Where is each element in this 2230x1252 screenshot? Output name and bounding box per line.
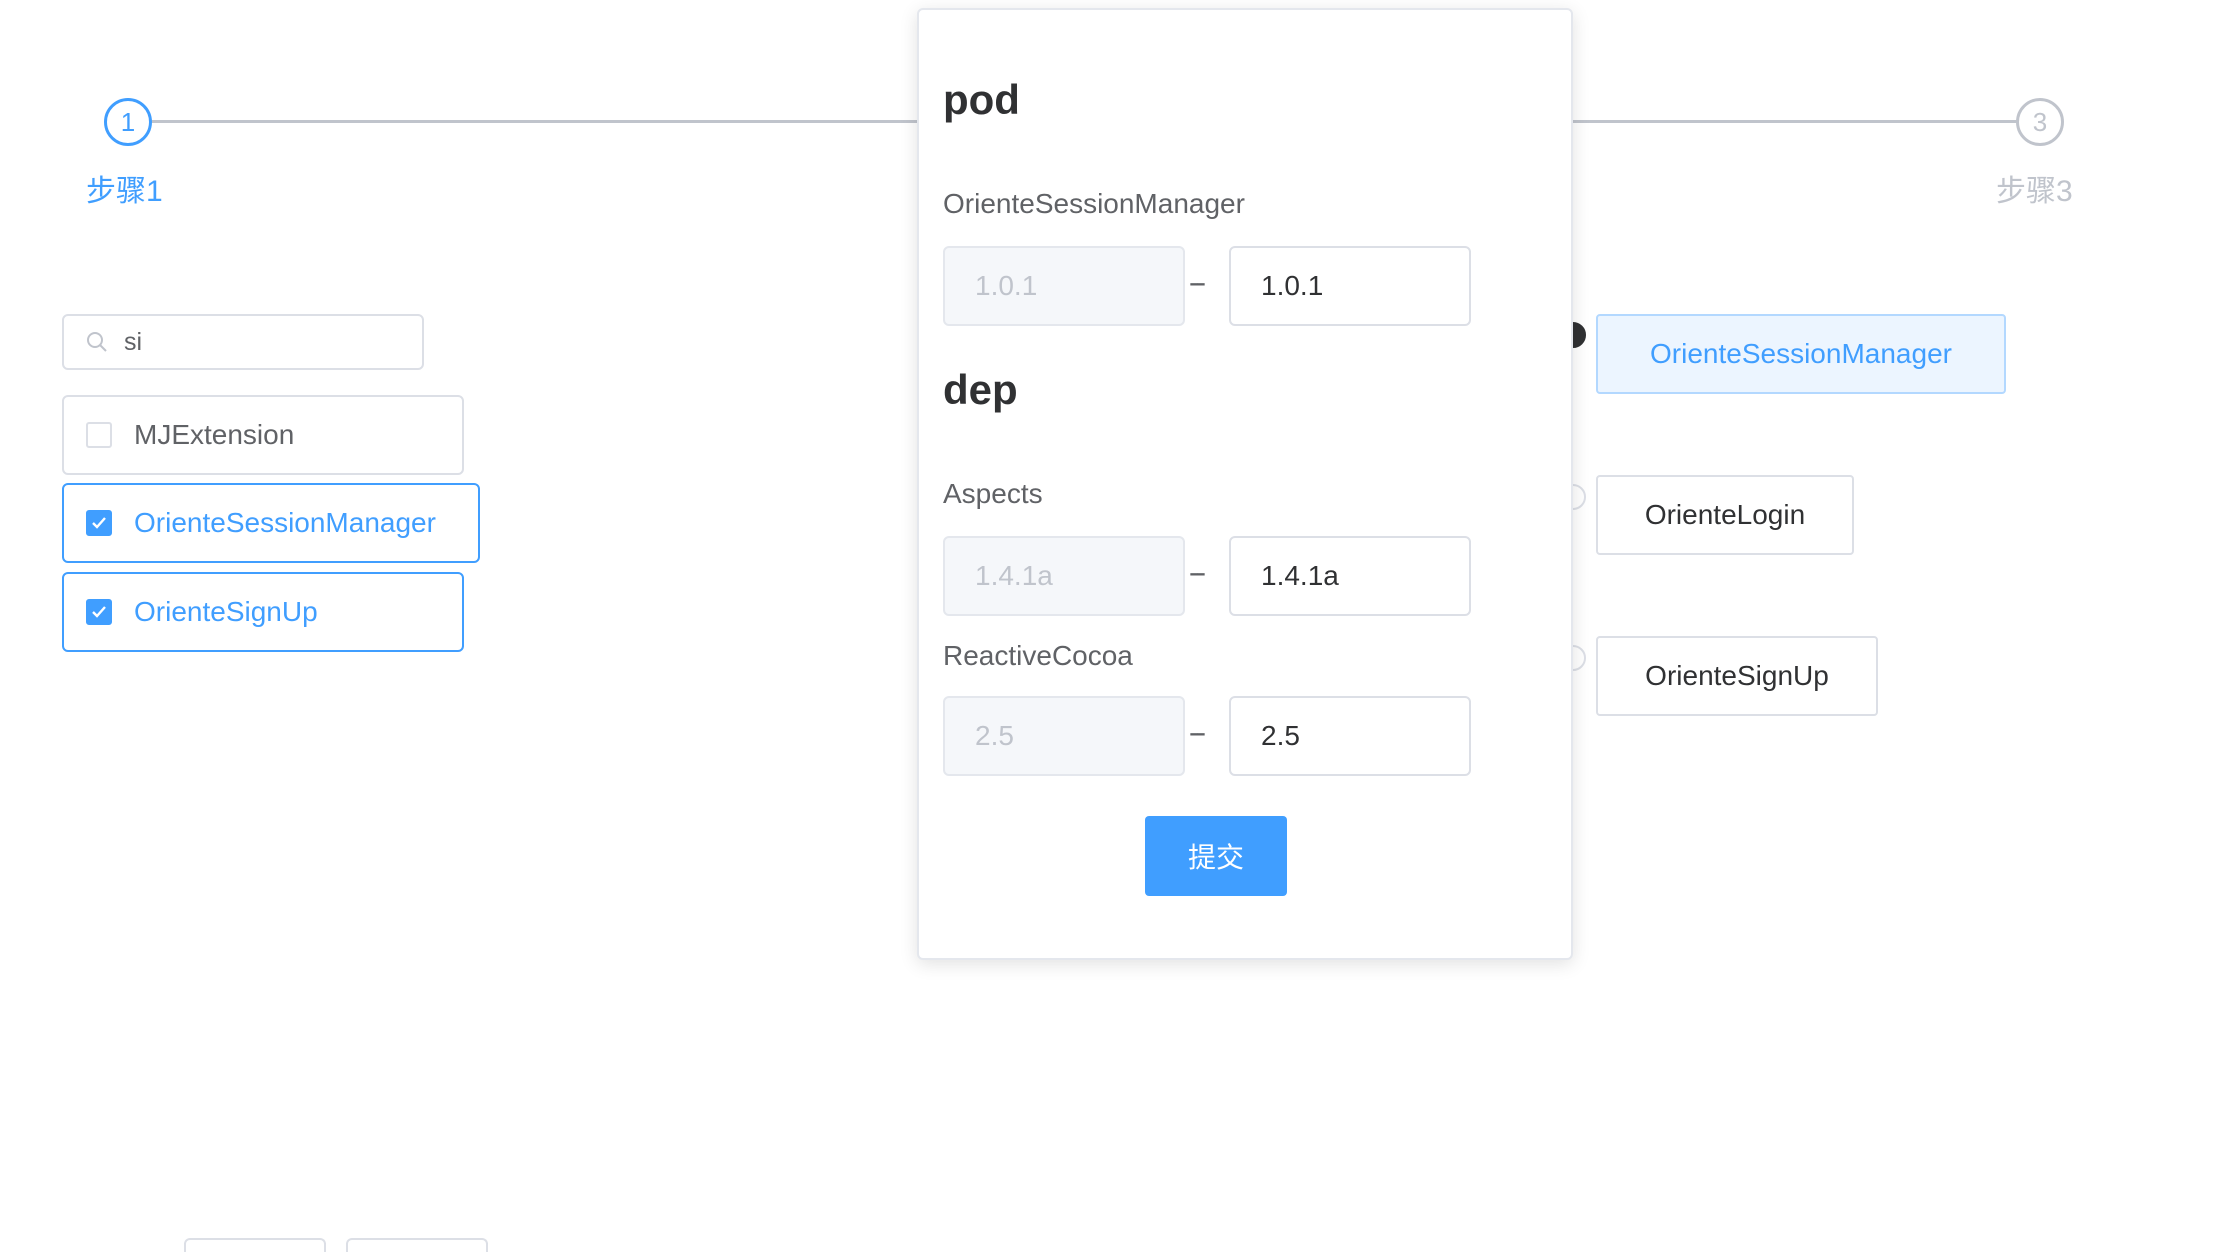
step-connector-right — [1572, 120, 2040, 123]
list-item-mjextension[interactable]: MJExtension — [62, 395, 464, 475]
step-1-number: 1 — [120, 106, 136, 137]
search-input[interactable] — [122, 326, 366, 358]
right-item-label: OrienteSessionManager — [1650, 338, 1952, 369]
step-3-number: 3 — [2032, 106, 2048, 137]
submit-button[interactable]: 提交 — [1145, 816, 1287, 896]
target-version-value: 2.5 — [1261, 720, 1300, 751]
checkbox-checked[interactable] — [86, 599, 112, 625]
right-item-orientesessionmanager[interactable]: OrienteSessionManager — [1596, 314, 2006, 394]
right-item-orientesignup[interactable]: OrienteSignUp — [1596, 636, 1878, 716]
bottom-button-1[interactable] — [184, 1238, 326, 1252]
dep-section-title: dep — [943, 366, 1018, 413]
list-item-label: MJExtension — [134, 419, 295, 450]
list-item-label: OrienteSessionManager — [134, 507, 436, 538]
step-3-label: 步骤3 — [1996, 175, 2073, 208]
list-item-orientesignup[interactable]: OrienteSignUp — [62, 572, 464, 652]
target-version-input[interactable]: 1.0.1 — [1229, 246, 1471, 326]
current-version-field: 1.0.1 — [943, 246, 1185, 326]
pod-name-label: OrienteSessionManager — [943, 188, 1245, 219]
version-separator: -- — [1189, 556, 1206, 589]
check-icon — [92, 606, 106, 618]
current-version-value: 1.4.1a — [975, 560, 1053, 591]
version-separator: -- — [1189, 716, 1206, 749]
right-item-label: OrienteLogin — [1644, 499, 1806, 530]
current-version-field: 1.4.1a — [943, 536, 1185, 616]
target-version-value: 1.4.1a — [1261, 560, 1339, 591]
search-field[interactable] — [62, 314, 424, 370]
dep-name-label: ReactiveCocoa — [943, 640, 1133, 671]
step-3-circle: 3 — [2016, 98, 2064, 146]
checkbox-checked[interactable] — [86, 510, 112, 536]
submit-button-label: 提交 — [1187, 842, 1244, 873]
check-icon — [92, 517, 106, 529]
right-item-label: OrienteSignUp — [1645, 660, 1829, 691]
search-icon — [87, 332, 107, 352]
right-item-orientelogin[interactable]: OrienteLogin — [1596, 475, 1854, 555]
target-version-input[interactable]: 1.4.1a — [1229, 536, 1471, 616]
dep-name-label: Aspects — [943, 478, 1043, 509]
version-separator: -- — [1189, 266, 1206, 299]
checkbox-unchecked[interactable] — [86, 422, 112, 448]
current-version-value: 1.0.1 — [975, 270, 1038, 301]
step-1-label: 步骤1 — [86, 175, 163, 208]
list-item-orientesessionmanager[interactable]: OrienteSessionManager — [62, 483, 480, 563]
step-1-circle: 1 — [104, 98, 152, 146]
target-version-input[interactable]: 2.5 — [1229, 696, 1471, 776]
current-version-field: 2.5 — [943, 696, 1185, 776]
list-item-label: OrienteSignUp — [134, 596, 318, 627]
step-connector-left — [152, 120, 924, 123]
version-popup: pod OrienteSessionManager 1.0.1 -- 1.0.1… — [917, 8, 1573, 960]
pod-section-title: pod — [943, 76, 1020, 123]
current-version-value: 2.5 — [975, 720, 1014, 751]
target-version-value: 1.0.1 — [1261, 270, 1324, 301]
bottom-button-2[interactable] — [346, 1238, 488, 1252]
